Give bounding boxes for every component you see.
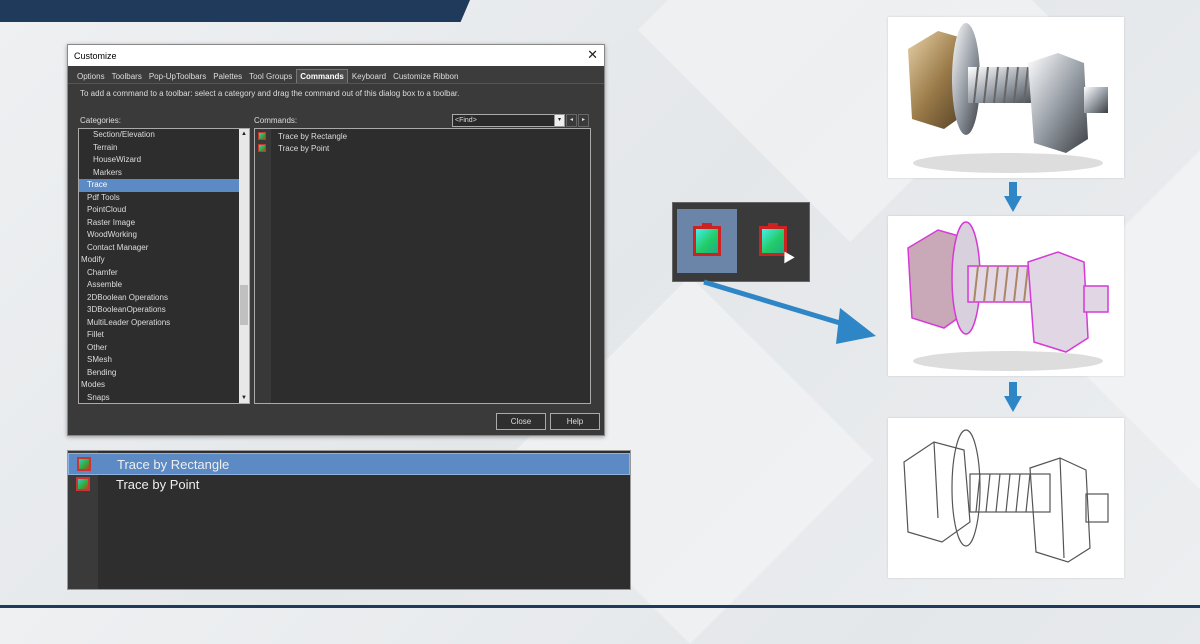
category-item[interactable]: Modify bbox=[79, 254, 239, 267]
zoom-command-label: Trace by Point bbox=[116, 476, 200, 492]
find-prev-button[interactable]: ◂ bbox=[566, 114, 577, 127]
commands-gutter bbox=[255, 129, 271, 403]
bolt-render-image bbox=[888, 17, 1124, 178]
trace-icon bbox=[258, 132, 266, 140]
tab-options[interactable]: Options bbox=[74, 70, 108, 83]
bolt-solid-illustration bbox=[908, 23, 1108, 173]
commands-label: Commands: bbox=[254, 116, 298, 125]
trace-toolbar bbox=[672, 202, 810, 282]
tab-commands[interactable]: Commands bbox=[296, 69, 348, 83]
tab-tool-groups[interactable]: Tool Groups bbox=[246, 70, 295, 83]
category-item[interactable]: Trace bbox=[79, 179, 245, 192]
bolt-outline-image bbox=[888, 418, 1124, 578]
categories-list[interactable]: Section/Elevation Terrain HouseWizard Marke… bbox=[78, 128, 250, 404]
category-item[interactable]: Bending bbox=[79, 367, 245, 380]
bolt-trace-image bbox=[888, 216, 1124, 376]
find-next-button[interactable]: ▸ bbox=[578, 114, 589, 127]
tab-palettes[interactable]: Palettes bbox=[210, 70, 245, 83]
trace-icon bbox=[77, 457, 91, 471]
command-label: Trace by Rectangle bbox=[278, 131, 348, 141]
customize-dialog: Customize ✕ Options Toolbars Pop-UpToolbar… bbox=[67, 44, 605, 436]
trace-icon bbox=[258, 144, 266, 152]
bolt-outline-illustration bbox=[903, 429, 1109, 563]
categories-label: Categories: bbox=[80, 116, 121, 125]
trace-by-point-button[interactable] bbox=[743, 209, 803, 273]
down-arrow-icon bbox=[1004, 182, 1022, 212]
category-item[interactable]: Section/Elevation bbox=[79, 129, 249, 142]
category-item[interactable]: 3DBooleanOperations bbox=[79, 304, 245, 317]
category-item[interactable]: Snaps bbox=[79, 392, 245, 404]
category-item[interactable]: Raster Image bbox=[79, 217, 245, 230]
category-item[interactable]: 2DBoolean Operations bbox=[79, 292, 245, 305]
instruction-text: To add a command to a toolbar: select a … bbox=[80, 89, 460, 98]
tab-keyboard[interactable]: Keyboard bbox=[349, 70, 389, 83]
close-icon[interactable]: ✕ bbox=[587, 47, 598, 63]
category-item[interactable]: WoodWorking bbox=[79, 229, 245, 242]
categories-scrollbar[interactable]: ▲ ▼ bbox=[239, 129, 249, 403]
zoom-command-label: Trace by Rectangle bbox=[117, 456, 230, 472]
scroll-up-icon[interactable]: ▲ bbox=[239, 129, 249, 139]
scroll-thumb[interactable] bbox=[240, 285, 248, 325]
close-button[interactable]: Close bbox=[496, 413, 546, 430]
tab-strip: Options Toolbars Pop-UpToolbars Palettes Too… bbox=[68, 66, 604, 84]
trace-by-rectangle-button[interactable] bbox=[677, 209, 737, 273]
trace-rectangle-icon bbox=[693, 223, 721, 256]
dialog-titlebar: Customize ✕ bbox=[68, 45, 604, 66]
find-dropdown-button[interactable]: ▾ bbox=[554, 114, 565, 127]
command-label: Trace by Point bbox=[278, 143, 330, 153]
zoom-command-item[interactable]: Trace by Point bbox=[68, 474, 628, 494]
category-item[interactable]: Modes bbox=[79, 379, 239, 392]
tab-pop-uptoolbars[interactable]: Pop-UpToolbars bbox=[146, 70, 209, 83]
dialog-title: Customize bbox=[74, 50, 117, 61]
category-item[interactable]: Pdf Tools bbox=[79, 192, 245, 205]
help-button[interactable]: Help bbox=[550, 413, 600, 430]
category-item[interactable]: PointCloud bbox=[79, 204, 245, 217]
tab-customize-ribbon[interactable]: Customize Ribbon bbox=[390, 70, 461, 83]
zoom-command-item[interactable]: Trace by Rectangle bbox=[68, 453, 630, 475]
zoomed-commands-panel: Trace by Rectangle Trace by Point bbox=[67, 450, 631, 590]
scroll-down-icon[interactable]: ▼ bbox=[239, 393, 249, 403]
header-banner bbox=[0, 0, 470, 22]
down-arrow-icon bbox=[1004, 382, 1022, 412]
commands-list[interactable]: Trace by Rectangle Trace by Point bbox=[254, 128, 591, 404]
tab-toolbars[interactable]: Toolbars bbox=[109, 70, 145, 83]
category-item[interactable]: Assemble bbox=[79, 279, 245, 292]
category-item[interactable]: Markers bbox=[79, 167, 249, 180]
category-item[interactable]: SMesh bbox=[79, 354, 245, 367]
category-item[interactable]: MultiLeader Operations bbox=[79, 317, 245, 330]
category-item[interactable]: Terrain bbox=[79, 142, 249, 155]
category-item[interactable]: Other bbox=[79, 342, 245, 355]
category-item[interactable]: Chamfer bbox=[79, 267, 245, 280]
category-item[interactable]: Fillet bbox=[79, 329, 245, 342]
bolt-traced-illustration bbox=[907, 221, 1109, 371]
category-item[interactable]: Contact Manager bbox=[79, 242, 245, 255]
trace-icon bbox=[76, 477, 90, 491]
find-combobox[interactable]: <Find> bbox=[452, 114, 558, 127]
command-item[interactable]: Trace by Point bbox=[258, 142, 329, 154]
pointer-arrow-icon bbox=[703, 279, 876, 344]
command-item[interactable]: Trace by Rectangle bbox=[258, 130, 347, 142]
category-item[interactable]: HouseWizard bbox=[79, 154, 249, 167]
